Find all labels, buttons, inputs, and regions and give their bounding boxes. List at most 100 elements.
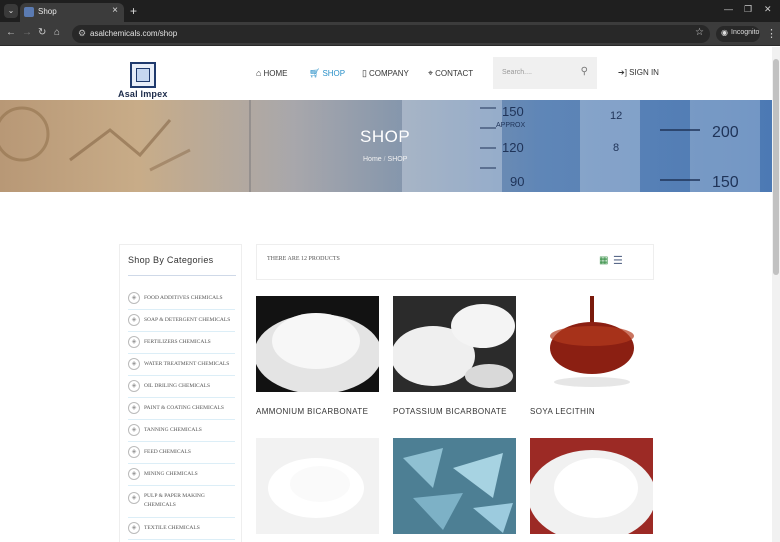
product-image[interactable] [256, 296, 379, 392]
category-item-soap-detergent[interactable]: ◈ SOAP & DETERGENT CHEMICALS [128, 310, 235, 332]
search-placeholder: Search.... [502, 69, 532, 76]
banner-scale-number: 150 [712, 174, 739, 191]
company-logo-icon[interactable] [130, 62, 156, 88]
grid-view-icon[interactable]: ▦ [599, 255, 608, 266]
browser-tab[interactable]: Shop × [20, 3, 124, 22]
category-item-oil-drilling[interactable]: ◈ OIL DRILING CHEMICALS [128, 376, 235, 398]
minimize-icon[interactable]: — [724, 4, 733, 14]
category-label: WATER TREATMENT CHEMICALS [144, 361, 230, 367]
sign-in-icon: ➔] [618, 68, 627, 77]
tanning-icon: ◈ [128, 424, 140, 436]
sidebar-divider [128, 275, 236, 276]
sidebar-title: Shop By Categories [128, 255, 214, 265]
close-tab-icon[interactable]: × [112, 5, 118, 16]
favicon-icon [24, 7, 34, 17]
product-card[interactable]: POTASSIUM BICARBONATE [393, 296, 516, 426]
mining-icon: ◈ [128, 468, 140, 480]
breadcrumb-current: SHOP [387, 156, 408, 163]
oil-drop-icon: ◈ [128, 380, 140, 392]
bookmark-star-icon[interactable]: ☆ [695, 27, 704, 38]
page-banner: 150 APPROX 120 90 12 8 200 150 SHOP Home… [0, 100, 772, 192]
browser-menu-icon[interactable]: ⋮ [766, 27, 777, 40]
tab-search-icon[interactable]: ⌄ [4, 4, 18, 18]
reload-icon[interactable]: ↻ [38, 27, 46, 38]
category-item-feed[interactable]: ◈ FEED CHEMICALS [128, 442, 235, 464]
category-item-mining[interactable]: ◈ MINING CHEMICALS [128, 464, 235, 486]
product-image[interactable] [530, 438, 653, 534]
soap-icon: ◈ [128, 314, 140, 326]
page-title: SHOP [360, 127, 411, 146]
product-photo [393, 296, 516, 392]
incognito-badge[interactable]: ◉ Incognito [716, 26, 760, 42]
product-name[interactable]: SOYA LECITHIN [530, 407, 595, 416]
forward-icon[interactable]: → [22, 27, 32, 38]
category-label: TANNING CHEMICALS [144, 427, 202, 433]
category-label: SOAP & DETERGENT CHEMICALS [144, 317, 231, 323]
product-name[interactable]: POTASSIUM BICARBONATE [393, 407, 507, 416]
banner-scale-number: 90 [510, 174, 525, 189]
list-view-icon[interactable]: ☰ [613, 254, 623, 267]
product-card[interactable] [256, 438, 379, 542]
product-image[interactable] [530, 296, 653, 392]
nav-contact[interactable]: ⌖ CONTACT [428, 68, 473, 79]
new-tab-icon[interactable]: + [130, 4, 137, 18]
category-item-tanning[interactable]: ◈ TANNING CHEMICALS [128, 420, 235, 442]
sign-in-link[interactable]: ➔] SIGN IN [618, 68, 659, 77]
search-input[interactable]: Search.... ⚲ [493, 57, 597, 89]
category-item-fertilizers[interactable]: ◈ FERTILIZERS CHEMICALS [128, 332, 235, 354]
category-label: PULP & PAPER MAKING CHEMICALS [144, 493, 205, 508]
product-image[interactable] [256, 438, 379, 534]
page-scrollbar[interactable] [772, 47, 780, 542]
building-icon: ▯ [362, 68, 367, 78]
category-label: PAINT & COATING CHEMICALS [144, 405, 224, 411]
nav-shop[interactable]: 🛒︎ SHOP [309, 68, 345, 79]
banner-scale-number: 200 [712, 124, 739, 141]
feed-icon: ◈ [128, 446, 140, 458]
site-info-icon[interactable]: ⚙ [78, 28, 86, 39]
search-icon[interactable]: ⚲ [581, 66, 588, 77]
restore-icon[interactable]: ❐ [744, 4, 752, 15]
banner-scale-number: 150 [502, 104, 524, 119]
product-card[interactable]: SOYA LECITHIN [530, 296, 653, 426]
water-drop-icon: ◈ [128, 358, 140, 370]
product-photo [393, 438, 516, 534]
category-item-food-additives[interactable]: ◈ FOOD ADDITIVES CHEMICALS [128, 288, 235, 310]
breadcrumb-separator: / [383, 156, 388, 163]
breadcrumb-home-link[interactable]: Home [363, 156, 382, 163]
product-photo [530, 296, 653, 392]
window-close-icon[interactable]: ✕ [764, 4, 772, 15]
category-sidebar: Shop By Categories ◈ FOOD ADDITIVES CHEM… [119, 244, 242, 542]
product-name[interactable]: AMMONIUM BICARBONATE [256, 407, 368, 416]
scrollbar-thumb[interactable] [773, 59, 779, 275]
category-label: TEXTILE CHEMICALS [144, 525, 200, 531]
category-item-pulp-paper[interactable]: ◈ PULP & PAPER MAKING CHEMICALS [128, 486, 235, 518]
product-image[interactable] [393, 438, 516, 534]
product-card[interactable] [530, 438, 653, 542]
category-item-paint-coating[interactable]: ◈ PAINT & COATING CHEMICALS [128, 398, 235, 420]
food-additive-icon: ◈ [128, 292, 140, 304]
nav-company[interactable]: ▯ COMPANY [362, 68, 409, 79]
incognito-icon: ◉ [721, 28, 728, 37]
category-label: FEED CHEMICALS [144, 449, 191, 455]
product-image[interactable] [393, 296, 516, 392]
incognito-label: Incognito [731, 29, 760, 36]
tab-title: Shop [38, 7, 57, 16]
nav-contact-label: CONTACT [435, 69, 474, 78]
product-card[interactable] [393, 438, 516, 542]
browser-toolbar: ← → ↻ ⌂ ⚙ asalchemicals.com/shop ☆ [0, 22, 780, 46]
web-page: Asal Impex ⌂ HOME 🛒︎ SHOP ▯ COMPANY ⌖ CONTAC… [0, 47, 772, 542]
browser-tab-strip: ⌄ Shop × + — ❐ ✕ [0, 0, 780, 22]
banner-scale-number: 120 [502, 140, 524, 155]
category-item-water-treatment[interactable]: ◈ WATER TREATMENT CHEMICALS [128, 354, 235, 376]
back-icon[interactable]: ← [6, 27, 16, 38]
nav-home[interactable]: ⌂ HOME [256, 68, 287, 78]
company-logo-text[interactable]: Asal Impex [118, 89, 168, 99]
address-bar[interactable]: ⚙ asalchemicals.com/shop ☆ [72, 25, 710, 43]
product-photo [256, 296, 379, 392]
category-label: MINING CHEMICALS [144, 471, 198, 477]
category-item-textile[interactable]: ◈ TEXTILE CHEMICALS [128, 518, 235, 540]
cart-icon: 🛒︎ [309, 68, 321, 78]
nav-home-label: HOME [263, 69, 288, 78]
product-card[interactable]: AMMONIUM BICARBONATE [256, 296, 379, 426]
home-icon[interactable]: ⌂ [54, 27, 60, 38]
